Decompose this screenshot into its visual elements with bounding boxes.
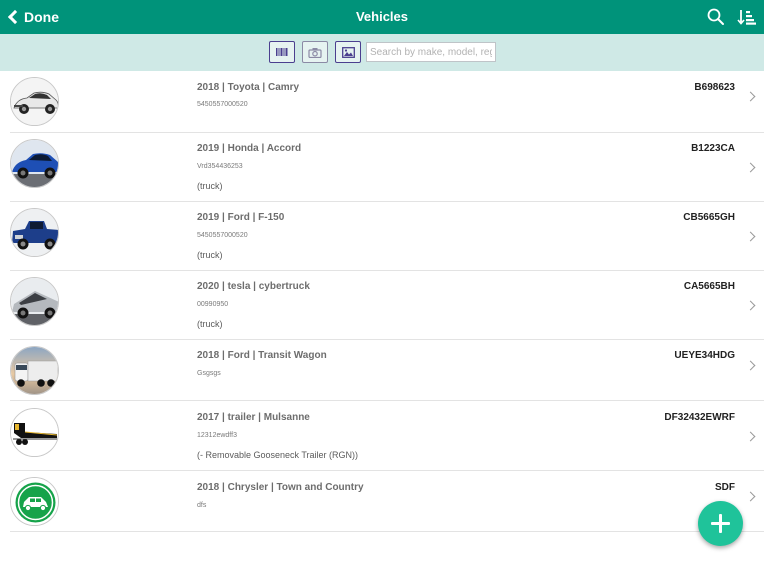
vehicle-registration: CB5665GH xyxy=(683,212,735,223)
vehicle-title: 2018 | Chrysler | Town and Country xyxy=(197,482,364,493)
vehicle-title: 2019 | Ford | F-150 xyxy=(197,212,285,223)
chevron-right-icon xyxy=(745,491,756,502)
vehicle-vin: 5450557000520 xyxy=(197,232,248,239)
done-label: Done xyxy=(24,9,59,25)
vehicle-registration: B1223CA xyxy=(691,143,735,154)
search-icon[interactable] xyxy=(706,7,726,27)
vehicle-type: (truck) xyxy=(197,181,223,191)
vehicle-thumbnail xyxy=(10,408,59,457)
list-item[interactable]: 2019 | Ford | F-150 5450557000520 (truck… xyxy=(0,202,764,271)
vehicle-registration: CA5665BH xyxy=(683,281,735,292)
vehicle-thumbnail xyxy=(10,277,59,326)
camera-icon xyxy=(308,47,322,58)
vehicle-vin: 5450557000520 xyxy=(197,101,248,108)
image-button[interactable] xyxy=(335,41,361,63)
nav-bar: Done Vehicles xyxy=(0,0,764,34)
done-button[interactable]: Done xyxy=(7,6,59,28)
vehicle-vin: 00990950 xyxy=(197,301,229,308)
chevron-right-icon xyxy=(745,91,756,102)
vehicle-title: 2018 | Ford | Transit Wagon xyxy=(197,350,327,361)
list-item[interactable]: 2018 | Toyota | Camry 5450557000520 B698… xyxy=(0,71,764,133)
chevron-right-icon xyxy=(745,162,756,173)
vehicle-vin: 12312ewdff3 xyxy=(197,432,237,439)
vehicle-title: 2020 | tesla | cybertruck xyxy=(197,281,310,292)
vehicle-registration: SDF xyxy=(715,482,735,493)
vehicle-registration: DF32432EWRF xyxy=(664,412,735,423)
list-item[interactable]: 2018 | Ford | Transit Wagon Gsgsgs UEYE3… xyxy=(0,340,764,401)
sort-icon[interactable] xyxy=(737,8,757,26)
vehicle-title: 2019 | Honda | Accord xyxy=(197,143,302,154)
vehicle-title: 2018 | Toyota | Camry xyxy=(197,82,300,93)
list-item[interactable]: 2018 | Chrysler | Town and Country dfs S… xyxy=(0,471,764,532)
vehicle-type: (truck) xyxy=(197,250,223,260)
vehicle-vin: Vrd354436253 xyxy=(197,163,243,170)
vehicle-registration: UEYE34HDG xyxy=(674,350,735,361)
chevron-left-icon xyxy=(7,9,23,25)
chevron-right-icon xyxy=(745,300,756,311)
list-item[interactable]: 2017 | trailer | Mulsanne 12312ewdff3 (-… xyxy=(0,401,764,471)
vehicle-title: 2017 | trailer | Mulsanne xyxy=(197,412,310,423)
vehicle-thumbnail xyxy=(10,477,59,526)
chevron-right-icon xyxy=(745,431,756,442)
chevron-right-icon xyxy=(745,231,756,242)
image-icon xyxy=(341,46,355,58)
vehicle-type: (truck) xyxy=(197,319,223,329)
row-divider xyxy=(10,531,764,532)
filter-toolbar xyxy=(0,34,764,71)
add-vehicle-button[interactable] xyxy=(698,501,743,546)
chevron-right-icon xyxy=(745,360,756,371)
list-item[interactable]: 2019 | Honda | Accord Vrd354436253 (truc… xyxy=(0,133,764,202)
barcode-icon xyxy=(276,48,288,56)
vehicle-thumbnail xyxy=(10,77,59,126)
search-input[interactable] xyxy=(366,42,496,62)
vehicle-type: (- Removable Gooseneck Trailer (RGN)) xyxy=(197,450,359,460)
camera-button[interactable] xyxy=(302,41,328,63)
vehicle-vin: Gsgsgs xyxy=(197,370,221,377)
vehicle-vin: dfs xyxy=(197,502,207,509)
list-item[interactable]: 2020 | tesla | cybertruck 00990950 (truc… xyxy=(0,271,764,340)
vehicle-thumbnail xyxy=(10,346,59,395)
vehicle-thumbnail xyxy=(10,139,59,188)
page-title: Vehicles xyxy=(355,9,409,24)
vehicle-registration: B698623 xyxy=(694,82,735,93)
barcode-button[interactable] xyxy=(269,41,295,63)
vehicle-thumbnail xyxy=(10,208,59,257)
